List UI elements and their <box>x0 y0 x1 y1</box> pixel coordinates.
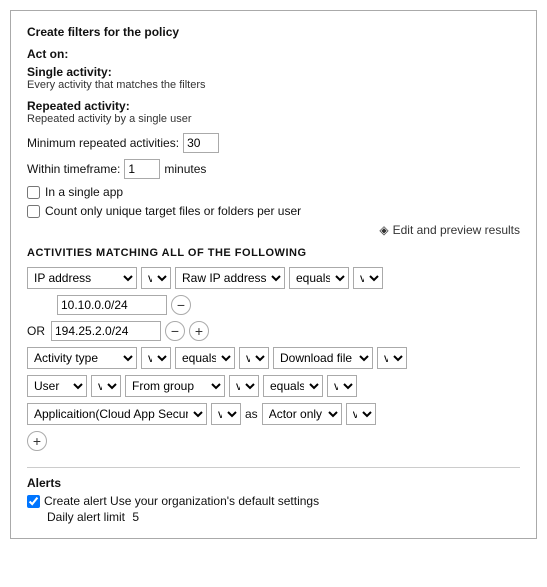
filter6-role-arrow[interactable]: v <box>346 403 376 425</box>
filter-row-6: Applicaition(Cloud App Security) v as Ac… <box>27 403 520 425</box>
filter-row-4: Activity type v equals v Download file v <box>27 347 520 369</box>
min-repeated-input[interactable] <box>183 133 219 153</box>
timeframe-label: Within timeframe: <box>27 162 120 176</box>
unique-files-checkbox[interactable] <box>27 205 40 218</box>
timeframe-unit: minutes <box>164 162 206 176</box>
repeated-activity-block: Repeated activity: Repeated activity by … <box>27 99 520 125</box>
filter1-field-arrow[interactable]: v <box>141 267 171 289</box>
act-on-label: Act on: <box>27 47 520 61</box>
filter3-remove-btn[interactable]: − <box>165 321 185 341</box>
daily-limit-row: Daily alert limit 5 <box>27 510 520 524</box>
single-activity-name: Single activity: <box>27 65 520 79</box>
as-label: as <box>245 407 258 421</box>
add-filter-btn[interactable]: + <box>27 431 47 451</box>
timeframe-row: Within timeframe: minutes <box>27 159 520 179</box>
alerts-section: Alerts Create alert Use your organizatio… <box>27 476 520 524</box>
filter1-op-arrow[interactable]: v <box>353 267 383 289</box>
filter3-value-input[interactable] <box>51 321 161 341</box>
create-alert-row: Create alert Use your organization's def… <box>27 494 520 508</box>
single-app-label: In a single app <box>45 185 123 199</box>
unique-files-label: Count only unique target files or folder… <box>45 204 301 218</box>
create-alert-text: Create alert Use your organization's def… <box>44 494 319 508</box>
filter-row-2: − <box>27 295 520 315</box>
single-activity-block: Single activity: Every activity that mat… <box>27 65 520 91</box>
filter1-field-select[interactable]: IP address <box>27 267 137 289</box>
daily-limit-value: 5 <box>132 510 139 524</box>
filter2-remove-btn[interactable]: − <box>171 295 191 315</box>
filter3-add-btn[interactable]: + <box>189 321 209 341</box>
preview-link[interactable]: ◈ Edit and preview results <box>27 223 520 237</box>
single-app-checkbox[interactable] <box>27 186 40 199</box>
filter2-value-input[interactable] <box>57 295 167 315</box>
repeated-activity-desc: Repeated activity by a single user <box>27 113 520 125</box>
filter4-op-select[interactable]: equals <box>175 347 235 369</box>
filter4-field-arrow[interactable]: v <box>141 347 171 369</box>
filter-row-3: OR − + <box>27 321 520 341</box>
filter1-op-select[interactable]: equals <box>289 267 349 289</box>
filter5-op-select[interactable]: equals <box>263 375 323 397</box>
filter-row-5: User v From group v equals v <box>27 375 520 397</box>
filter-row-1: IP address v Raw IP address equals v <box>27 267 520 289</box>
alerts-title: Alerts <box>27 476 520 490</box>
filter4-field-select[interactable]: Activity type <box>27 347 137 369</box>
min-repeated-label: Minimum repeated activities: <box>27 136 179 150</box>
unique-files-row: Count only unique target files or folder… <box>27 204 520 218</box>
create-alert-checkbox[interactable] <box>27 495 40 508</box>
filter6-role-select[interactable]: Actor only <box>262 403 342 425</box>
filter5-group-arrow[interactable]: v <box>229 375 259 397</box>
filter4-value-arrow[interactable]: v <box>377 347 407 369</box>
activities-header: ACTIVITIES MATCHING ALL OF THE FOLLOWING <box>27 247 520 259</box>
filter6-app-select[interactable]: Applicaition(Cloud App Security) <box>27 403 207 425</box>
filter5-op-arrow[interactable]: v <box>327 375 357 397</box>
page-title: Create filters for the policy <box>27 25 520 39</box>
filter6-app-arrow[interactable]: v <box>211 403 241 425</box>
repeated-activity-name: Repeated activity: <box>27 99 520 113</box>
filter5-group-select[interactable]: From group <box>125 375 225 397</box>
preview-label: Edit and preview results <box>393 223 520 237</box>
filter5-field-select[interactable]: User <box>27 375 87 397</box>
or-label: OR <box>27 324 47 338</box>
single-app-row: In a single app <box>27 185 520 199</box>
filter5-field-arrow[interactable]: v <box>91 375 121 397</box>
min-repeated-row: Minimum repeated activities: <box>27 133 520 153</box>
filter4-op-arrow[interactable]: v <box>239 347 269 369</box>
single-activity-desc: Every activity that matches the filters <box>27 79 520 91</box>
filter1-type-select[interactable]: Raw IP address <box>175 267 285 289</box>
preview-icon: ◈ <box>379 223 388 237</box>
daily-limit-label: Daily alert limit <box>47 510 125 524</box>
filter4-value-select[interactable]: Download file <box>273 347 373 369</box>
timeframe-input[interactable] <box>124 159 160 179</box>
